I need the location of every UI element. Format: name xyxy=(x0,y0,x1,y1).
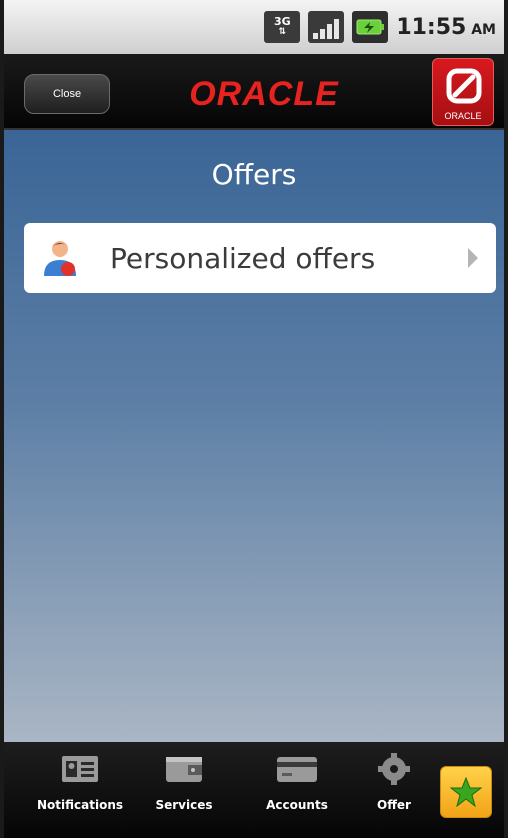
app-icon-label: ORACLE xyxy=(444,111,482,121)
gear-icon xyxy=(378,753,410,785)
tab-accounts-label: Accounts xyxy=(266,798,328,812)
battery-charging-icon xyxy=(352,11,389,43)
page-title: Offers xyxy=(211,158,297,191)
tab-offer-label: Offer xyxy=(377,798,411,812)
status-bar: 3G ⇅ 11:55 AM xyxy=(4,0,504,54)
person-icon xyxy=(44,241,76,276)
clock-ampm: AM xyxy=(471,21,496,38)
network-type-label: 3G xyxy=(273,15,291,28)
credit-card-icon xyxy=(277,757,317,782)
wallet-icon xyxy=(166,757,202,782)
contact-card-icon xyxy=(62,756,98,782)
bottom-tab-bar: Notifications Services Accounts Offer xyxy=(4,742,504,838)
oracle-app-icon[interactable]: ORACLE xyxy=(432,58,494,126)
tab-notifications-label: Notifications xyxy=(36,798,124,812)
favorites-button[interactable] xyxy=(440,766,492,818)
star-icon xyxy=(450,777,482,807)
signal-strength-icon xyxy=(308,11,345,43)
app-header: Close ORACLE ORACLE xyxy=(4,54,504,130)
close-button[interactable]: Close xyxy=(24,74,110,114)
network-3g-icon: 3G ⇅ xyxy=(264,11,301,43)
tab-services[interactable]: Services xyxy=(144,742,224,838)
oracle-logo: ORACLE xyxy=(189,74,339,113)
oracle-swirl-icon xyxy=(446,68,482,104)
main-content: Offers Personalized offers xyxy=(4,130,504,742)
tab-notifications[interactable]: Notifications xyxy=(30,742,130,838)
clock-time: 11:55 xyxy=(396,14,467,40)
phone-screen: 3G ⇅ 11:55 AM Close ORACLE ORACLE Offers… xyxy=(0,0,508,838)
list-item-label: Personalized offers xyxy=(110,241,376,275)
tab-accounts[interactable]: Accounts xyxy=(252,742,342,838)
list-item-personalized-offers[interactable]: Personalized offers xyxy=(24,223,496,293)
chevron-right-icon xyxy=(468,248,478,268)
tab-services-label: Services xyxy=(155,798,213,812)
clock: 11:55 AM xyxy=(396,15,496,40)
tab-offer[interactable]: Offer xyxy=(364,742,424,838)
